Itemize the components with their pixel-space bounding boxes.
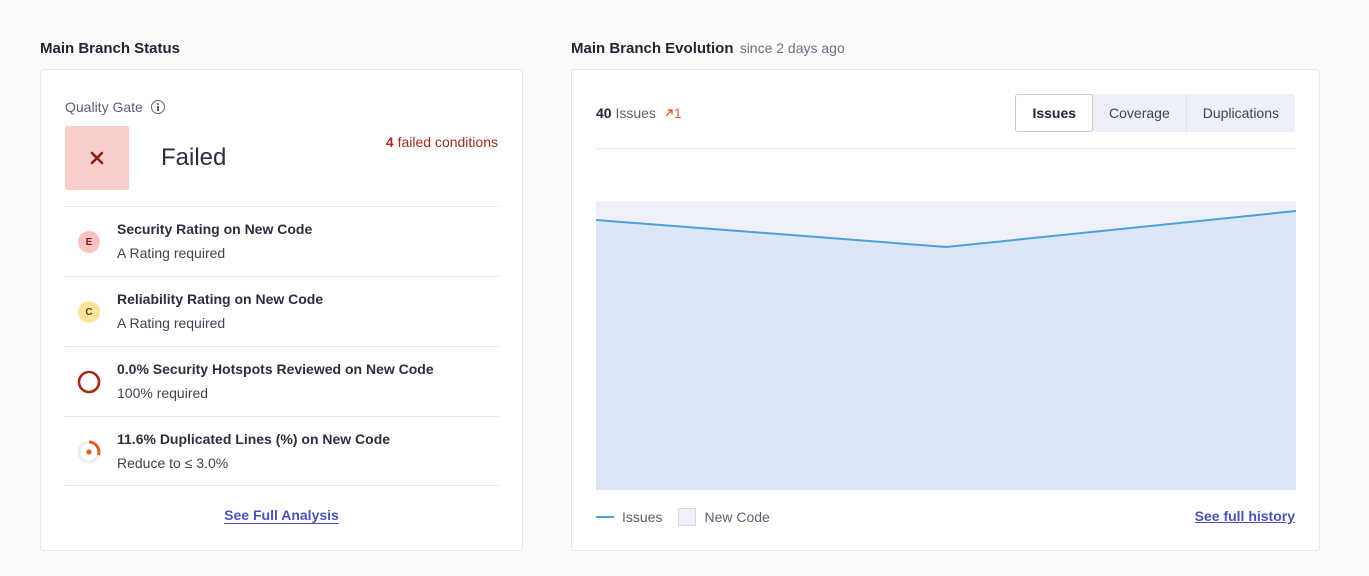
condition-security-rating[interactable]: E Security Rating on New Code A Rating r… — [65, 206, 499, 276]
condition-security-hotspots[interactable]: 0.0% Security Hotspots Reviewed on New C… — [65, 346, 499, 416]
failed-conditions-count: 4 failed conditions — [386, 134, 498, 150]
condition-reliability-rating[interactable]: C Reliability Rating on New Code A Ratin… — [65, 276, 499, 346]
see-full-analysis-link[interactable]: See Full Analysis — [224, 507, 339, 523]
issues-trend: 1 — [664, 105, 682, 121]
issues-label: Issues — [615, 105, 656, 121]
failed-suffix: failed conditions — [397, 134, 498, 150]
issues-summary: 40 Issues 1 — [596, 105, 682, 121]
failed-status-box — [65, 126, 129, 190]
quality-gate-card: Quality Gate Failed 4 failed conditions … — [40, 69, 523, 551]
legend-new-code-swatch — [678, 508, 697, 526]
duplication-donut-icon — [77, 440, 101, 464]
evolution-card: 40 Issues 1 Issues Coverage Duplications… — [571, 69, 1320, 551]
rating-badge: C — [78, 301, 100, 323]
metric-tabs: Issues Coverage Duplications — [1015, 94, 1295, 132]
failed-conditions-list: E Security Rating on New Code A Rating r… — [65, 206, 499, 486]
security-rating-icon: E — [77, 230, 101, 254]
issues-count: 40 — [596, 105, 612, 121]
see-full-history-link[interactable]: See full history — [1195, 508, 1295, 524]
failed-count: 4 — [385, 134, 394, 150]
full-analysis-container: See Full Analysis — [41, 507, 522, 525]
tab-coverage[interactable]: Coverage — [1093, 94, 1187, 132]
evolution-title: Main Branch Evolution — [571, 40, 734, 57]
condition-title: Reliability Rating on New Code — [117, 291, 324, 307]
chart-legend: Issues New Code — [596, 508, 770, 526]
status-section-title: Main Branch Status — [40, 40, 181, 57]
trend-value: 1 — [673, 105, 682, 121]
reliability-rating-icon: C — [77, 300, 101, 324]
hotspot-ring-icon — [77, 370, 101, 394]
close-icon — [90, 151, 104, 165]
legend-issues-swatch — [596, 516, 614, 518]
header-divider — [596, 148, 1295, 149]
condition-subtitle: A Rating required — [117, 315, 226, 331]
condition-title: Security Rating on New Code — [117, 221, 313, 237]
info-icon[interactable] — [150, 100, 165, 114]
legend-new-code-label: New Code — [704, 509, 770, 525]
condition-subtitle: 100% required — [117, 385, 209, 401]
tab-duplications[interactable]: Duplications — [1187, 94, 1295, 132]
condition-subtitle: A Rating required — [117, 245, 226, 261]
condition-subtitle: Reduce to ≤ 3.0% — [117, 455, 229, 471]
evolution-since: since 2 days ago — [739, 40, 845, 56]
quality-gate-label-text: Quality Gate — [65, 99, 143, 115]
issues-area — [596, 211, 1296, 490]
quality-gate-label: Quality Gate — [65, 99, 165, 115]
legend-issues-label: Issues — [622, 509, 663, 525]
condition-title: 11.6% Duplicated Lines (%) on New Code — [117, 431, 391, 447]
rating-badge: E — [78, 231, 100, 253]
issues-evolution-chart — [596, 201, 1296, 490]
quality-gate-status: Failed — [161, 144, 227, 171]
evolution-section-title: Main Branch Evolution since 2 days ago — [571, 40, 845, 57]
condition-duplicated-lines[interactable]: 11.6% Duplicated Lines (%) on New Code R… — [65, 416, 499, 486]
arrow-up-right-icon — [665, 109, 673, 117]
condition-title: 0.0% Security Hotspots Reviewed on New C… — [117, 361, 434, 377]
tab-issues[interactable]: Issues — [1015, 94, 1094, 132]
